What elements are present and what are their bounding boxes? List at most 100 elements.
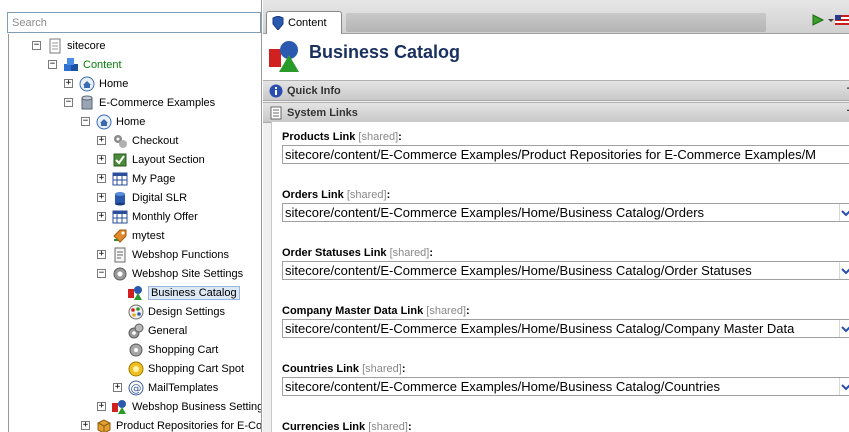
collapse-toggle[interactable]: −	[32, 41, 41, 50]
section-title: Quick Info	[287, 84, 341, 97]
home-icon	[79, 76, 95, 92]
tree-node-shopping-cart-spot[interactable]: Shopping Cart Spot	[128, 359, 244, 378]
tree-node-general[interactable]: General	[128, 321, 187, 340]
item-header: Business Catalog	[263, 34, 849, 80]
spot-icon	[128, 361, 144, 377]
tree-node-webshop-functions[interactable]: + Webshop Functions	[97, 245, 229, 264]
tree-node-ecommerce-examples[interactable]: − E-Commerce Examples	[64, 93, 215, 112]
expand-toggle[interactable]: +	[113, 383, 122, 392]
tree-node-business-catalog[interactable]: Business Catalog	[128, 283, 240, 302]
navigate-arrow-icon[interactable]	[811, 12, 827, 28]
field-name: Company Master Data Link	[282, 305, 424, 317]
section-title: System Links	[287, 106, 358, 119]
field-products-link: Products Link [shared]: sitecore/content…	[282, 131, 849, 164]
shared-tag: [shared]	[362, 363, 402, 375]
tree-node-product-repositories[interactable]: + Product Repositories for E-Co	[81, 416, 262, 432]
tree-node-webshop-business-setting[interactable]: + Webshop Business Setting	[97, 397, 262, 416]
section-quick-info[interactable]: Quick Info +	[263, 80, 849, 101]
chevron-down-icon[interactable]	[839, 204, 849, 221]
shared-tag: [shared]	[368, 421, 408, 432]
tab-content[interactable]: Content	[266, 11, 342, 34]
tree-node-label: Content	[83, 58, 122, 71]
tree-node-content[interactable]: − Content	[48, 55, 122, 74]
tree-node-label: Design Settings	[148, 305, 226, 318]
business-catalog-icon	[269, 39, 301, 73]
expand-toggle[interactable]: +	[97, 155, 106, 164]
field-label: Currencies Link [shared]:	[282, 421, 412, 432]
section-system-links[interactable]: System Links −	[263, 102, 849, 123]
tree-node-label: Digital SLR	[132, 191, 188, 204]
expand-toggle[interactable]: +	[97, 136, 106, 145]
chevron-down-icon[interactable]	[839, 320, 849, 337]
tree-node-monthly-offer[interactable]: + Monthly Offer	[97, 207, 198, 226]
company-master-data-link-select[interactable]: sitecore/content/E-Commerce Examples/Hom…	[282, 319, 849, 338]
expand-toggle[interactable]: +	[97, 193, 106, 202]
field-name: Order Statuses Link	[282, 247, 387, 259]
expand-toggle[interactable]: +	[97, 174, 106, 183]
chevron-down-icon[interactable]	[827, 12, 835, 28]
chevron-down-icon[interactable]	[839, 262, 849, 279]
expand-toggle[interactable]: +	[97, 402, 106, 411]
expand-toggle[interactable]: +	[97, 250, 106, 259]
orders-link-select[interactable]: sitecore/content/E-Commerce Examples/Hom…	[282, 203, 849, 222]
expand-toggle[interactable]: +	[97, 212, 106, 221]
field-order-statuses-link: Order Statuses Link [shared]: sitecore/c…	[282, 247, 849, 280]
tree-node-sitecore[interactable]: − sitecore	[32, 36, 106, 55]
tree-node-home[interactable]: + Home	[64, 74, 128, 93]
checkout-gears-icon	[112, 133, 128, 149]
tab-strip	[346, 13, 766, 32]
business-catalog-icon	[112, 399, 128, 415]
tree-node-layout-section[interactable]: + Layout Section	[97, 150, 205, 169]
section-document-icon	[269, 106, 283, 120]
tree-node-label: mytest	[132, 229, 165, 242]
tree-node-label: Product Repositories for E-Co	[116, 419, 262, 432]
tree-node-label: Business Catalog	[148, 285, 240, 300]
tree-node-my-page[interactable]: + My Page	[97, 169, 175, 188]
tree-node-shopping-cart[interactable]: Shopping Cart	[128, 340, 218, 359]
tree-node-webshop-site-settings[interactable]: − Webshop Site Settings	[97, 264, 243, 283]
home-icon	[96, 114, 112, 130]
search-box[interactable]	[7, 12, 261, 33]
tree-node-label: Monthly Offer	[132, 210, 198, 223]
collapse-toggle[interactable]: −	[48, 60, 57, 69]
expand-toggle[interactable]: +	[81, 421, 90, 430]
field-value: sitecore/content/E-Commerce Examples/Hom…	[285, 379, 720, 394]
tree-node-label: sitecore	[67, 39, 106, 52]
order-statuses-link-select[interactable]: sitecore/content/E-Commerce Examples/Hom…	[282, 261, 849, 280]
tree-node-design-settings[interactable]: Design Settings	[128, 302, 225, 321]
tree-node-label: My Page	[132, 172, 176, 185]
collapse-toggle[interactable]: −	[81, 117, 90, 126]
grid-page-icon	[112, 171, 128, 187]
field-label: Countries Link [shared]:	[282, 363, 406, 375]
settings-gear-icon	[112, 266, 128, 282]
database-blue-icon	[112, 190, 128, 206]
business-catalog-icon	[128, 285, 144, 301]
tree-node-checkout[interactable]: + Checkout	[97, 131, 178, 150]
search-input[interactable]	[8, 13, 260, 32]
script-document-icon	[112, 247, 128, 263]
tree-node-label: Webshop Business Setting	[132, 400, 262, 413]
field-label: Order Statuses Link [shared]:	[282, 247, 434, 259]
collapse-toggle[interactable]: −	[64, 98, 73, 107]
field-currencies-link: Currencies Link [shared]:	[282, 421, 849, 432]
field-orders-link: Orders Link [shared]: sitecore/content/E…	[282, 189, 849, 222]
page-title: Business Catalog	[309, 42, 461, 62]
tree-node-label: Webshop Site Settings	[132, 267, 244, 280]
tree-node-ecommerce-home[interactable]: − Home	[81, 112, 145, 131]
expand-toggle[interactable]: +	[64, 79, 73, 88]
package-icon	[96, 418, 112, 432]
tree-node-digital-slr[interactable]: + Digital SLR	[97, 188, 187, 207]
products-link-select[interactable]: sitecore/content/E-Commerce Examples/Pro…	[282, 145, 849, 164]
collapse-toggle[interactable]: −	[97, 269, 106, 278]
flag-icon[interactable]	[835, 12, 849, 28]
toolbar-tools	[811, 12, 849, 28]
content-tree-panel: − sitecore − Content + Home − E-Commerce…	[0, 0, 262, 432]
field-company-master-data-link: Company Master Data Link [shared]: sitec…	[282, 305, 849, 338]
chevron-down-icon[interactable]	[839, 378, 849, 395]
tree-node-label: MailTemplates	[148, 381, 219, 394]
tree-node-mailtemplates[interactable]: + @ MailTemplates	[113, 378, 218, 397]
field-name: Orders Link	[282, 189, 344, 201]
countries-link-select[interactable]: sitecore/content/E-Commerce Examples/Hom…	[282, 377, 849, 396]
shared-tag: [shared]	[346, 189, 387, 201]
tree-node-mytest[interactable]: mytest	[112, 226, 164, 245]
